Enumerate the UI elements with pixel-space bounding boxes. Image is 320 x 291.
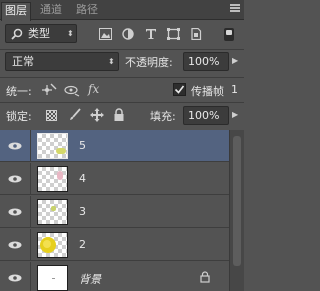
filter-toggle-icon[interactable] bbox=[224, 28, 234, 41]
blend-row: 正常 ⬍ 不透明度: 100% ▶ bbox=[0, 52, 244, 74]
layer-list-scrollbar[interactable] bbox=[229, 130, 244, 291]
lock-label: 锁定: bbox=[6, 110, 32, 123]
panel-tabs: 图层 通道 路径 bbox=[0, 0, 244, 21]
layer-name[interactable]: 3 bbox=[79, 205, 86, 218]
divider bbox=[0, 102, 244, 103]
tab-paths[interactable]: 路径 bbox=[72, 2, 102, 20]
thumbnail-content bbox=[56, 148, 66, 154]
layer-thumbnail bbox=[37, 166, 68, 192]
unify-row: 统一: fx 传播帧 1 bbox=[0, 80, 244, 100]
opacity-label: 不透明度: bbox=[125, 56, 173, 69]
unify-label: 统一: bbox=[6, 85, 32, 98]
shape-layer-filter-icon[interactable] bbox=[167, 28, 180, 40]
chevron-updown-icon: ⬍ bbox=[108, 57, 115, 66]
panel-menu-icon[interactable] bbox=[230, 4, 240, 14]
layer-name[interactable]: 4 bbox=[79, 172, 86, 185]
divider bbox=[30, 196, 31, 228]
layer-row-4[interactable]: 4 bbox=[0, 163, 229, 195]
layer-name[interactable]: 5 bbox=[79, 139, 86, 152]
visibility-eye-icon[interactable] bbox=[8, 142, 22, 150]
adjustment-layer-filter-icon[interactable] bbox=[122, 28, 134, 40]
fill-input[interactable]: 100% bbox=[183, 106, 229, 125]
blend-mode-select[interactable]: 正常 ⬍ bbox=[5, 52, 119, 71]
visibility-eye-icon[interactable] bbox=[8, 175, 22, 183]
lock-position-icon[interactable] bbox=[90, 108, 104, 122]
layer-row-2[interactable]: 2 bbox=[0, 229, 229, 261]
layer-thumbnail bbox=[37, 265, 68, 291]
layer-lock-icon bbox=[200, 271, 210, 283]
unify-visibility-icon[interactable] bbox=[64, 83, 80, 97]
visibility-eye-icon[interactable] bbox=[8, 274, 22, 282]
lock-image-pixels-icon[interactable] bbox=[68, 108, 82, 122]
layer-row-3[interactable]: 3 bbox=[0, 196, 229, 228]
divider bbox=[30, 262, 31, 291]
thumbnail-content bbox=[51, 206, 56, 211]
opacity-dropdown-icon[interactable]: ▶ bbox=[232, 56, 238, 65]
tab-layers[interactable]: 图层 bbox=[1, 2, 31, 21]
layer-name[interactable]: 2 bbox=[79, 238, 86, 251]
visibility-eye-icon[interactable] bbox=[8, 241, 22, 249]
divider bbox=[30, 163, 31, 195]
layer-name[interactable]: 背景 bbox=[79, 271, 101, 287]
divider bbox=[30, 130, 31, 162]
propagate-frame-checkbox[interactable] bbox=[173, 83, 186, 96]
layer-thumbnail bbox=[37, 232, 68, 258]
fill-dropdown-icon[interactable]: ▶ bbox=[232, 110, 238, 119]
layer-row-background[interactable]: 背景 bbox=[0, 262, 229, 291]
layer-row-5[interactable]: 5 bbox=[0, 130, 229, 162]
opacity-input[interactable]: 100% bbox=[183, 52, 229, 71]
propagate-frame-value: 1 bbox=[231, 83, 238, 96]
divider bbox=[30, 229, 31, 261]
thumbnail-content bbox=[57, 171, 63, 180]
blend-mode-value: 正常 bbox=[12, 55, 34, 68]
unify-style-icon[interactable]: fx bbox=[87, 82, 103, 97]
svg-text:fx: fx bbox=[87, 82, 99, 96]
opacity-value: 100% bbox=[188, 55, 220, 68]
filter-row: 类型 ⬍ bbox=[0, 24, 244, 46]
tab-channels[interactable]: 通道 bbox=[36, 2, 66, 20]
layer-thumbnail bbox=[37, 133, 68, 159]
chevron-updown-icon: ⬍ bbox=[67, 29, 74, 38]
lock-row: 锁定: 填充: 100% ▶ bbox=[0, 105, 244, 127]
pixel-layer-filter-icon[interactable] bbox=[99, 28, 112, 40]
propagate-frame-label: 传播帧 bbox=[191, 85, 224, 98]
type-layer-filter-icon[interactable] bbox=[145, 28, 157, 40]
check-icon bbox=[174, 85, 185, 94]
fill-label: 填充: bbox=[150, 110, 176, 123]
unify-position-icon[interactable] bbox=[41, 83, 57, 97]
layer-list: 5 4 3 2 背景 bbox=[0, 130, 229, 291]
filter-type-label: 类型 bbox=[28, 27, 50, 40]
thumbnail-content bbox=[52, 278, 55, 279]
scrollbar-thumb[interactable] bbox=[233, 136, 241, 266]
lock-all-icon[interactable] bbox=[113, 108, 125, 122]
visibility-eye-icon[interactable] bbox=[8, 208, 22, 216]
layer-thumbnail bbox=[37, 199, 68, 225]
fill-value: 100% bbox=[188, 109, 220, 122]
divider bbox=[0, 77, 244, 78]
lock-transparent-pixels-icon[interactable] bbox=[46, 110, 57, 121]
filter-type-select[interactable]: 类型 ⬍ bbox=[5, 24, 77, 43]
search-icon bbox=[11, 28, 23, 40]
smart-object-filter-icon[interactable] bbox=[190, 28, 202, 40]
thumbnail-content bbox=[43, 240, 51, 248]
divider bbox=[0, 49, 244, 50]
